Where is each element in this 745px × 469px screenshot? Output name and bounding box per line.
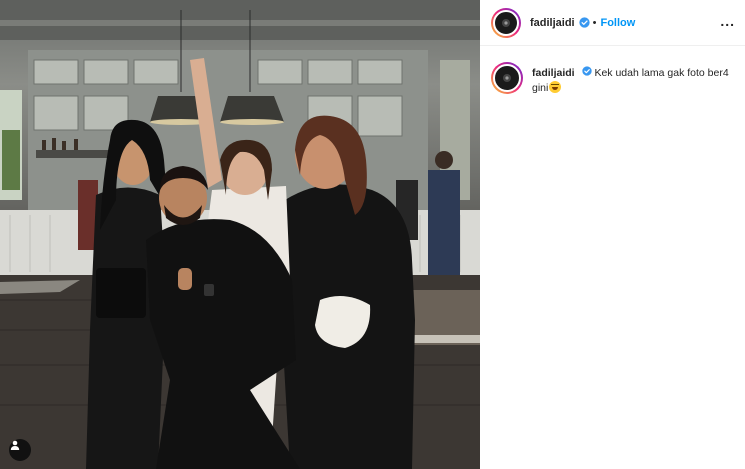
post-photo[interactable] xyxy=(0,0,480,469)
post-side-panel: fadiljaidi • Follow ... fadiljaidi Kek u… xyxy=(480,0,745,469)
header-separator: • xyxy=(592,16,597,29)
verified-badge-icon xyxy=(578,17,590,28)
caption: fadiljaidi Kek udah lama gak foto ber4 g… xyxy=(491,62,735,96)
follow-button[interactable]: Follow xyxy=(600,17,635,29)
more-options-icon[interactable]: ... xyxy=(720,14,735,28)
username-link[interactable]: fadiljaidi xyxy=(530,17,575,29)
caption-text: fadiljaidi Kek udah lama gak foto ber4 g… xyxy=(532,66,735,96)
grinning-sweat-emoji xyxy=(549,81,562,93)
user-tag-icon[interactable] xyxy=(9,439,31,461)
photo-scene xyxy=(0,0,480,469)
verified-badge-icon xyxy=(581,66,592,76)
caption-username[interactable]: fadiljaidi xyxy=(532,67,575,79)
post-header: fadiljaidi • Follow ... xyxy=(480,0,745,46)
caption-avatar[interactable] xyxy=(491,62,523,94)
avatar[interactable] xyxy=(491,7,521,38)
